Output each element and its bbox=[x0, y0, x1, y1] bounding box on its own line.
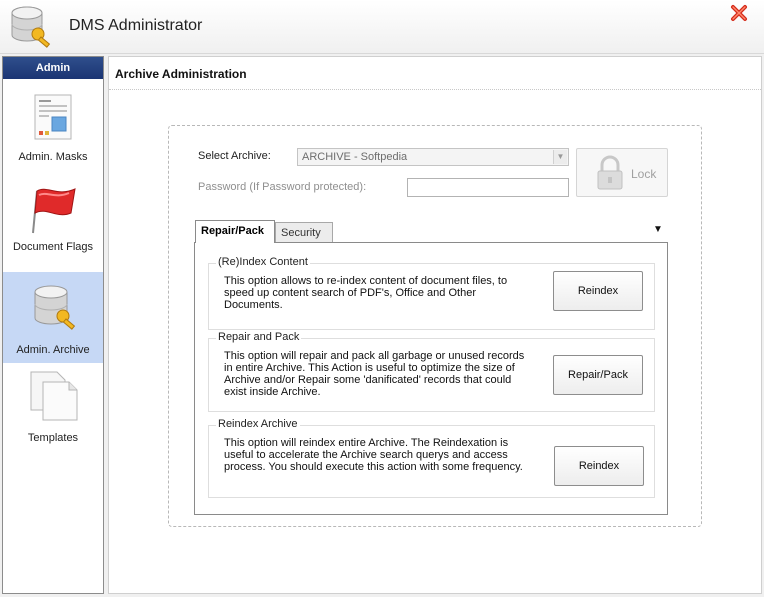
archive-select[interactable]: ARCHIVE - Softpedia ▼ bbox=[297, 148, 569, 166]
group-repair-and-pack: Repair and Pack This option will repair … bbox=[208, 331, 655, 412]
group-description: This option will reindex entire Archive.… bbox=[224, 437, 523, 473]
red-flag-icon bbox=[32, 188, 76, 234]
password-label: Password (If Password protected): bbox=[198, 181, 367, 193]
repair-pack-button[interactable]: Repair/Pack bbox=[553, 355, 643, 395]
group-title: Reindex Archive bbox=[216, 418, 300, 430]
lock-icon bbox=[597, 155, 623, 190]
lock-button[interactable]: Lock bbox=[576, 148, 668, 197]
sidebar-item-label: Admin. Masks bbox=[18, 151, 88, 163]
archive-panel: Select Archive: ARCHIVE - Softpedia ▼ Pa… bbox=[168, 125, 702, 527]
sidebar: Admin Admin. Masks Document Flags Admin.… bbox=[2, 56, 104, 594]
sidebar-item-admin-masks[interactable]: Admin. Masks bbox=[3, 83, 103, 174]
reindex-archive-button[interactable]: Reindex bbox=[554, 446, 644, 486]
reindex-content-button[interactable]: Reindex bbox=[553, 271, 643, 311]
group-title: Repair and Pack bbox=[216, 331, 302, 343]
sidebar-item-templates[interactable]: Templates bbox=[3, 366, 103, 457]
group-reindex-archive: Reindex Archive This option will reindex… bbox=[208, 418, 655, 498]
sidebar-item-admin-archive[interactable]: Admin. Archive bbox=[3, 272, 103, 363]
select-archive-label: Select Archive: bbox=[198, 150, 271, 162]
tab-content: (Re)Index Content This option allows to … bbox=[194, 242, 668, 515]
lock-button-label: Lock bbox=[631, 167, 657, 181]
tab-repair-pack[interactable]: Repair/Pack bbox=[195, 220, 275, 243]
title-divider bbox=[109, 89, 761, 90]
blank-pages-icon bbox=[30, 371, 78, 421]
sidebar-item-label: Document Flags bbox=[12, 241, 94, 253]
password-input[interactable] bbox=[407, 178, 569, 197]
group-title: (Re)Index Content bbox=[216, 256, 310, 268]
group-description: This option allows to re-index content o… bbox=[224, 275, 508, 311]
group-reindex-content: (Re)Index Content This option allows to … bbox=[208, 256, 655, 330]
sidebar-header: Admin bbox=[3, 57, 103, 79]
sidebar-item-label: Admin. Archive bbox=[16, 344, 90, 356]
group-description: This option will repair and pack all gar… bbox=[224, 350, 525, 398]
sidebar-item-document-flags[interactable]: Document Flags bbox=[3, 179, 103, 270]
window-title: DMS Administrator bbox=[69, 17, 203, 34]
chevron-down-icon[interactable]: ▼ bbox=[553, 150, 567, 164]
main-panel: Archive Administration Select Archive: A… bbox=[108, 56, 762, 594]
tab-menu-triangle-icon[interactable]: ▼ bbox=[653, 224, 663, 235]
database-key-icon bbox=[34, 285, 76, 330]
database-key-icon bbox=[11, 6, 51, 48]
page-title: Archive Administration bbox=[115, 67, 247, 81]
archive-select-value: ARCHIVE - Softpedia bbox=[302, 151, 408, 163]
document-layout-icon bbox=[34, 94, 72, 140]
sidebar-item-label: Templates bbox=[27, 432, 79, 444]
close-icon[interactable] bbox=[729, 3, 749, 23]
title-bar: DMS Administrator bbox=[0, 0, 764, 54]
tab-security[interactable]: Security bbox=[275, 222, 333, 242]
